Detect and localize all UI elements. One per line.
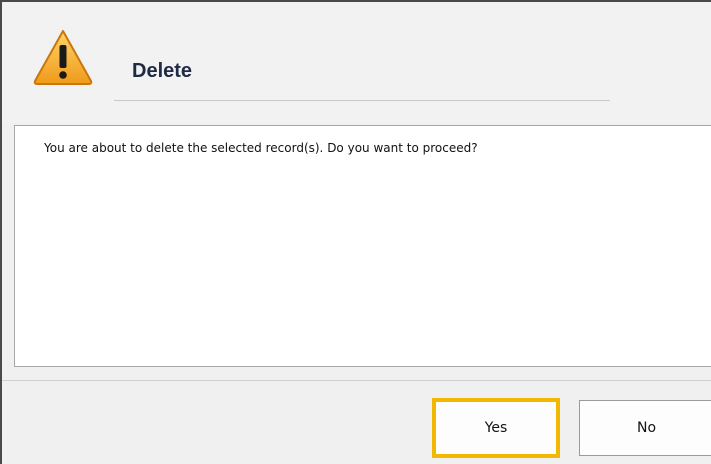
no-button[interactable]: No	[579, 400, 711, 456]
yes-button[interactable]: Yes	[432, 398, 560, 458]
footer-divider	[2, 380, 711, 381]
delete-dialog: Delete You are about to delete the selec…	[0, 0, 711, 464]
dialog-header: Delete	[2, 2, 711, 122]
title-divider	[114, 100, 610, 101]
dialog-title: Delete	[132, 60, 193, 82]
dialog-message: You are about to delete the selected rec…	[44, 141, 478, 155]
warning-icon	[33, 30, 93, 85]
message-panel: You are about to delete the selected rec…	[14, 125, 711, 367]
